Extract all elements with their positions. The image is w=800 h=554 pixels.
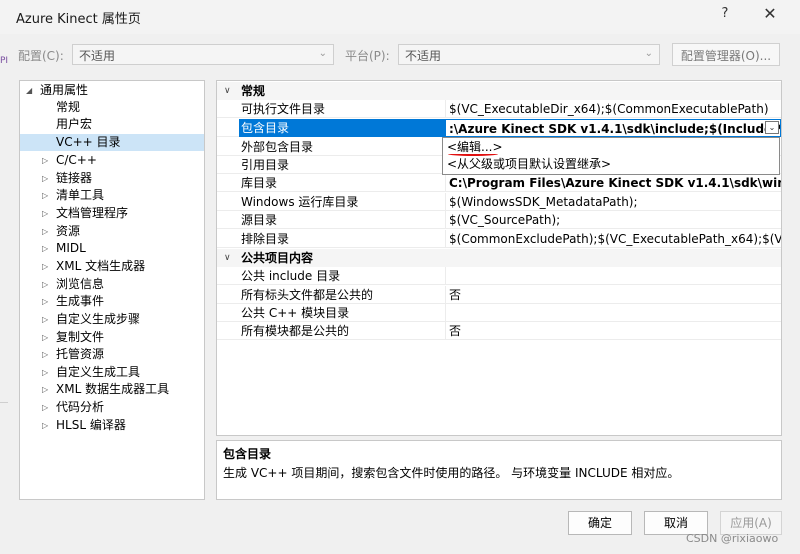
tree-item-group[interactable]: ▷ 生成事件 [20,293,204,310]
tree-item-group[interactable]: ▷ XML 数据生成器工具 [20,381,204,398]
expanded-chevron-icon: ∨ [224,253,231,263]
tree-item-user-macros[interactable]: 用户宏 [20,116,204,133]
red-annotation-underline [448,152,498,156]
tree-item-group[interactable]: ▷ C/C++ [20,152,204,169]
collapsed-triangle-icon: ▷ [42,227,49,236]
config-manager-button[interactable]: 配置管理器(O)... [672,43,780,66]
tree-item-group[interactable]: ▷ 文档管理程序 [20,205,204,222]
collapsed-triangle-icon: ▷ [42,403,49,412]
chevron-down-icon[interactable]: ⌄ [765,121,779,134]
tree-item-group[interactable]: ▷ 清单工具 [20,187,204,204]
prop-row-public-include[interactable]: 公共 include 目录 [217,267,781,285]
config-combo-value: 不适用 [79,49,116,63]
tree-item-group[interactable]: ▷ MIDL [20,240,204,257]
collapsed-triangle-icon: ▷ [42,385,49,394]
include-dirs-value[interactable]: :\Azure Kinect SDK v1.4.1\sdk\include;$(… [445,119,781,137]
prop-row-winrt-dirs[interactable]: Windows 运行库目录 $(WindowsSDK_MetadataPath)… [217,193,781,211]
collapsed-triangle-icon: ▷ [42,280,49,289]
prop-row-include-dirs[interactable]: 包含目录 :\Azure Kinect SDK v1.4.1\sdk\inclu… [217,119,781,137]
platform-combo[interactable]: 不适用 ⌄ [398,44,660,65]
collapsed-triangle-icon: ▷ [42,262,49,271]
title-bar: Azure Kinect 属性页 ? ✕ [0,0,800,34]
collapsed-triangle-icon: ▷ [42,191,49,200]
help-button[interactable]: ? [714,6,736,26]
category-public-content[interactable]: ∨ 公共项目内容 [217,249,781,267]
window-title: Azure Kinect 属性页 [16,12,141,27]
tree-item-group[interactable]: ▷ 链接器 [20,170,204,187]
tree-item-group[interactable]: ▷ 托管资源 [20,346,204,363]
collapsed-triangle-icon: ▷ [42,209,49,218]
category-general[interactable]: ∨ 常规 [217,82,781,100]
collapsed-triangle-icon: ▷ [42,421,49,430]
tree-item-group[interactable]: ▷ 自定义生成工具 [20,364,204,381]
collapsed-triangle-icon: ▷ [42,297,49,306]
chevron-down-icon: ⌄ [644,48,653,59]
chevron-down-icon: ⌄ [318,48,327,59]
tree-item-group[interactable]: ▷ 资源 [20,223,204,240]
config-label: 配置(C): [18,49,64,63]
collapsed-triangle-icon: ▷ [42,174,49,183]
description-panel: 包含目录 生成 VC++ 项目期间，搜索包含文件时使用的路径。 与环境变量 IN… [216,440,782,500]
prop-row-source-dirs[interactable]: 源目录 $(VC_SourcePath); [217,211,781,229]
dropdown-item-inherit[interactable]: <从父级或项目默认设置继承> [443,156,779,173]
collapsed-triangle-icon: ▷ [42,350,49,359]
tree-item-root[interactable]: ◢ 通用属性 [20,82,204,99]
tree-item-group[interactable]: ▷ 复制文件 [20,329,204,346]
prop-row-library-dirs[interactable]: 库目录 C:\Program Files\Azure Kinect SDK v1… [217,174,781,192]
platform-combo-value: 不适用 [405,49,442,63]
property-grid: ∨ 常规 可执行文件目录 $(VC_ExecutableDir_x64);$(C… [216,80,782,436]
tree-item-group[interactable]: ▷ HLSL 编译器 [20,417,204,434]
prop-row-public-modules[interactable]: 公共 C++ 模块目录 [217,304,781,322]
tree-item-group[interactable]: ▷ XML 文档生成器 [20,258,204,275]
tree-item-group[interactable]: ▷ 浏览信息 [20,276,204,293]
platform-label: 平台(P): [345,49,390,63]
expanded-chevron-icon: ∨ [224,86,231,96]
tree-item-vc-directories[interactable]: VC++ 目录 [20,134,204,151]
expanded-triangle-icon: ◢ [26,86,33,95]
collapsed-triangle-icon: ▷ [42,315,49,324]
collapsed-triangle-icon: ▷ [42,244,49,253]
tree-item-group[interactable]: ▷ 代码分析 [20,399,204,416]
config-combo[interactable]: 不适用 ⌄ [72,44,334,65]
collapsed-triangle-icon: ▷ [42,156,49,165]
collapsed-triangle-icon: ▷ [42,333,49,342]
watermark: CSDN @rixiaowo [686,532,779,545]
prop-row-exclude-dirs[interactable]: 排除目录 $(CommonExcludePath);$(VC_Executabl… [217,230,781,248]
include-dirs-dropdown: <编辑...> <从父级或项目默认设置继承> [442,137,780,175]
ok-button[interactable]: 确定 [568,511,632,535]
tree-item-general[interactable]: 常规 [20,99,204,116]
close-button[interactable]: ✕ [758,4,782,26]
description-text: 生成 VC++ 项目期间，搜索包含文件时使用的路径。 与环境变量 INCLUDE… [223,466,680,480]
prop-row-all-headers-public[interactable]: 所有标头文件都是公共的 否 [217,286,781,304]
prop-row-executable-dirs[interactable]: 可执行文件目录 $(VC_ExecutableDir_x64);$(Common… [217,100,781,118]
left-edge-line [0,402,8,403]
prop-row-all-modules-public[interactable]: 所有模块都是公共的 否 [217,322,781,340]
property-tree: ◢ 通用属性 常规 用户宏 VC++ 目录 ▷ C/C++ ▷ 链接器 ▷ 清单工具 … [19,80,205,500]
description-title: 包含目录 [223,447,272,461]
tree-item-group[interactable]: ▷ 自定义生成步骤 [20,311,204,328]
left-edge-marker: PI [0,56,9,66]
collapsed-triangle-icon: ▷ [42,368,49,377]
